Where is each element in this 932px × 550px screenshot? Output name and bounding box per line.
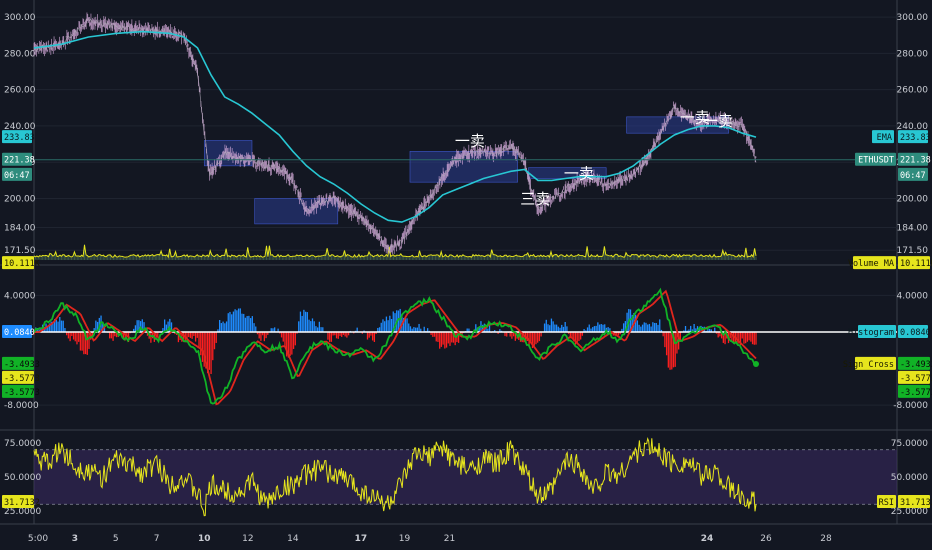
timer-right-tag: 06:47 — [900, 171, 926, 181]
price-tick-right: 300.00 — [897, 13, 929, 23]
price-tick-left: 171.50 — [4, 246, 36, 256]
x-tick-label: 26 — [760, 534, 772, 544]
volume-left-tag: 10.111K — [4, 259, 41, 269]
signal-left-tag: -3.5773 — [4, 374, 40, 384]
ema-left-tag: 233.83 — [4, 133, 35, 143]
histogram-left-tag: 0.0840 — [4, 328, 35, 338]
symbol-tag: ETHUSDT — [858, 156, 894, 166]
timer-left-tag: 06:47 — [4, 171, 30, 181]
signal-right-tag: -3.5773 — [900, 374, 932, 384]
price-tick-left: 280.00 — [4, 49, 36, 59]
rsi-tick-right: 75.0000 — [891, 439, 928, 449]
rsi-tick-left: 50.0000 — [4, 473, 41, 483]
macd-tick-right: 4.0000 — [897, 291, 929, 301]
histogram-right-tag: 0.0840 — [900, 328, 931, 338]
x-tick-label: 14 — [287, 534, 299, 544]
macd-tick-left: -8.0000 — [4, 401, 39, 411]
x-tick-label: 24 — [701, 534, 714, 544]
x-tick-label: 28 — [820, 534, 832, 544]
rsi-tick-left: 75.0000 — [4, 439, 41, 449]
macd-left-tag: -3.4933 — [4, 360, 40, 370]
macd-right-tag: -3.4933 — [900, 360, 932, 370]
price-tick-right: 280.00 — [897, 49, 929, 59]
signal-right-tag-2: -3.5773 — [900, 388, 932, 398]
histogram-name-tag: Histogram — [848, 328, 894, 338]
price-tick-right: 200.00 — [897, 195, 929, 205]
rsi-left-tag: 31.7132 — [4, 498, 40, 508]
rsi-tick-right: 50.0000 — [891, 473, 928, 483]
sell-annotation: 一卖 — [703, 112, 733, 130]
rsi-tick-left: 25.0000 — [4, 507, 41, 517]
price-left-tag: 221.38 — [4, 156, 35, 166]
x-tick-label: 19 — [399, 534, 411, 544]
price-tick-right: 171.50 — [897, 246, 929, 256]
volume-name-tag: Volume MA — [848, 259, 894, 269]
ema-name-tag: EMA — [877, 133, 892, 143]
volume-right-tag: 10.111K — [900, 259, 932, 269]
macd-tick-left: 4.0000 — [4, 291, 36, 301]
rsi-right-tag: 31.7132 — [900, 498, 932, 508]
x-tick-label: 5:00 — [28, 534, 48, 544]
macd-last-dot — [753, 361, 759, 367]
ema-right-tag: 233.83 — [900, 133, 931, 143]
x-tick-label: 10 — [198, 534, 211, 544]
rsi-tick-right: 25.0000 — [891, 507, 928, 517]
sign-cross-tag: Sign Cross — [843, 360, 894, 370]
x-tick-label: 12 — [242, 534, 253, 544]
x-tick-label: 21 — [444, 534, 455, 544]
signal-left-tag-2: -3.5773 — [4, 388, 40, 398]
price-tick-left: 200.00 — [4, 195, 36, 205]
sell-annotation: 一卖 — [455, 132, 485, 150]
price-tick-left: 184.00 — [4, 224, 36, 234]
price-tick-right: 184.00 — [897, 224, 929, 234]
price-right-tag: 221.38 — [900, 156, 931, 166]
x-tick-label: 3 — [72, 534, 78, 544]
price-tick-right: 260.00 — [897, 86, 929, 96]
rsi-name-tag: RSI — [879, 498, 894, 508]
x-tick-label: 17 — [355, 534, 368, 544]
x-tick-label: 5 — [113, 534, 119, 544]
trading-chart[interactable]: 300.00 300.00 280.00 280.00 260.00 260.00 24 0.… — [0, 0, 932, 550]
price-tick-left: 300.00 — [4, 13, 36, 23]
sell-annotation: 一卖 — [564, 165, 594, 183]
macd-tick-right: -8.0000 — [893, 401, 928, 411]
price-tick-left: 260.00 — [4, 86, 36, 96]
sell-annotation: 三卖 — [520, 190, 550, 208]
x-tick-label: 7 — [154, 534, 160, 544]
